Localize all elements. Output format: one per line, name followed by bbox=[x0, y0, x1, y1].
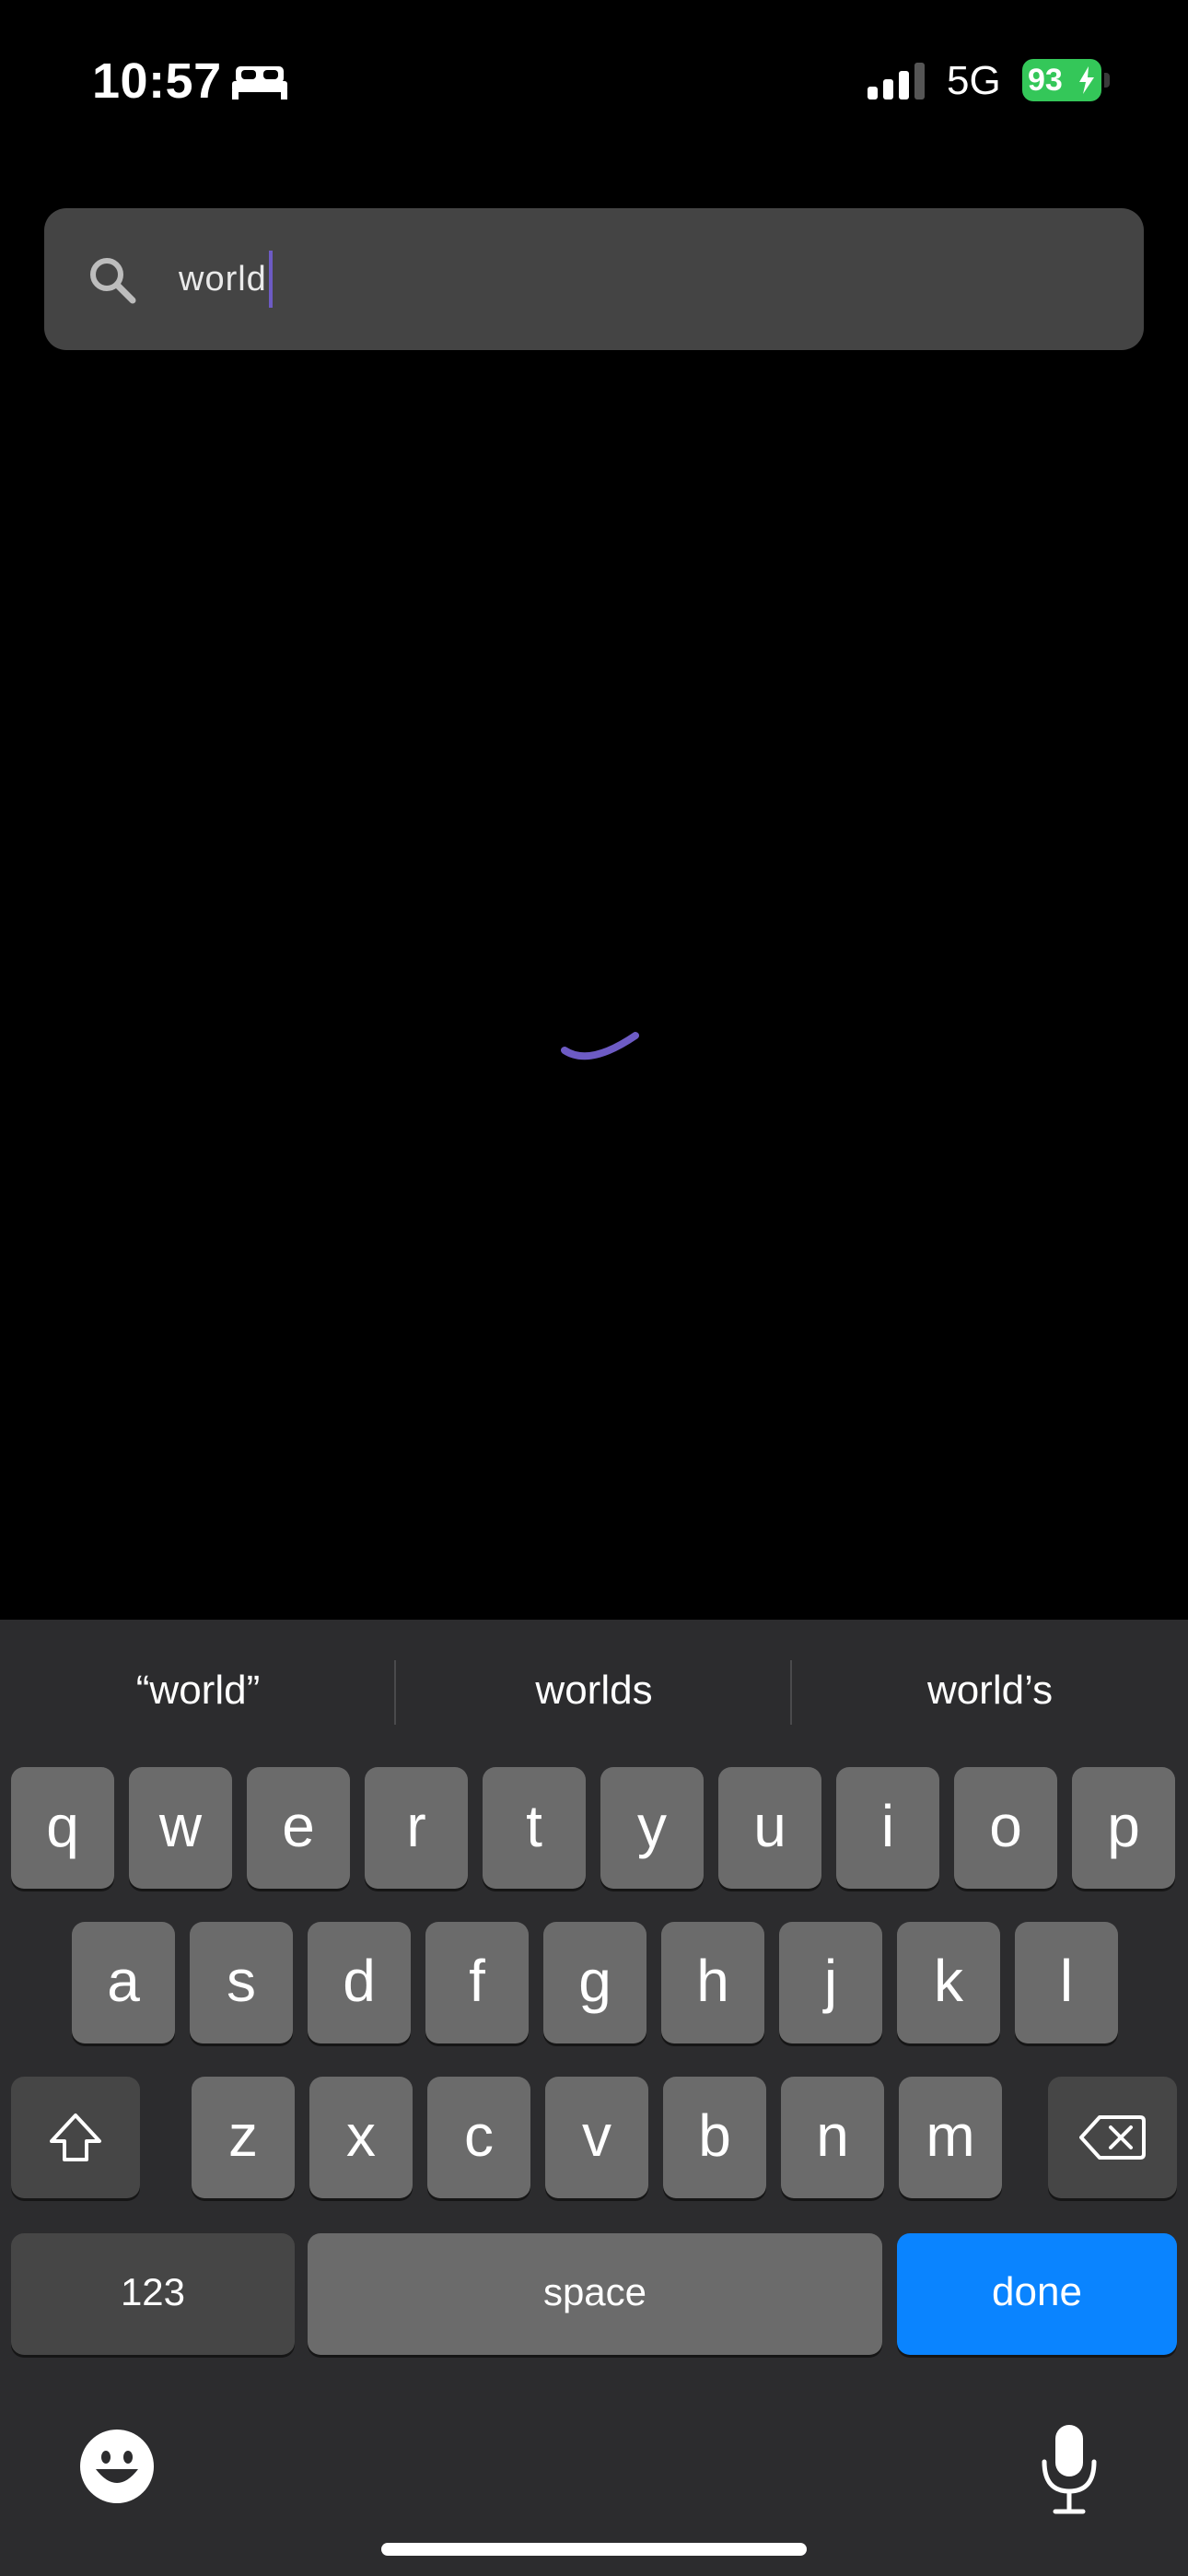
key-l[interactable]: l bbox=[1015, 1922, 1118, 2043]
key-e[interactable]: e bbox=[247, 1767, 350, 1889]
key-d[interactable]: d bbox=[308, 1922, 411, 2043]
key-o[interactable]: o bbox=[954, 1767, 1057, 1889]
search-bar[interactable]: world bbox=[44, 208, 1144, 350]
key-r[interactable]: r bbox=[365, 1767, 468, 1889]
battery-icon: 93 bbox=[1022, 59, 1111, 101]
done-key[interactable]: done bbox=[897, 2233, 1177, 2355]
suggestion-3[interactable]: world’s bbox=[792, 1649, 1188, 1732]
microphone-icon[interactable] bbox=[1039, 2423, 1100, 2515]
home-indicator[interactable] bbox=[381, 2543, 807, 2556]
text-cursor bbox=[268, 251, 273, 308]
key-h[interactable]: h bbox=[661, 1922, 764, 2043]
shift-key[interactable] bbox=[11, 2077, 140, 2198]
space-key[interactable]: space bbox=[308, 2233, 882, 2355]
battery-percent: 93 bbox=[1028, 63, 1063, 98]
loading-spinner-icon bbox=[561, 1032, 639, 1060]
key-x[interactable]: x bbox=[309, 2077, 413, 2198]
search-input[interactable]: world bbox=[179, 251, 273, 308]
key-b[interactable]: b bbox=[663, 2077, 766, 2198]
key-k[interactable]: k bbox=[897, 1922, 1000, 2043]
key-c[interactable]: c bbox=[427, 2077, 530, 2198]
key-a[interactable]: a bbox=[72, 1922, 175, 2043]
search-input-value: world bbox=[179, 260, 267, 299]
emoji-icon[interactable] bbox=[79, 2429, 155, 2504]
status-time: 10:57 bbox=[92, 53, 222, 109]
key-v[interactable]: v bbox=[545, 2077, 648, 2198]
signal-icon bbox=[868, 63, 925, 100]
search-icon bbox=[90, 258, 136, 304]
key-j[interactable]: j bbox=[779, 1922, 882, 2043]
key-t[interactable]: t bbox=[483, 1767, 586, 1889]
suggestion-1[interactable]: “world” bbox=[0, 1649, 396, 1732]
numbers-key[interactable]: 123 bbox=[11, 2233, 295, 2355]
charging-bolt-icon bbox=[1079, 66, 1094, 94]
network-type: 5G bbox=[947, 58, 1001, 103]
suggestion-2[interactable]: worlds bbox=[396, 1649, 792, 1732]
key-u[interactable]: u bbox=[718, 1767, 821, 1889]
key-z[interactable]: z bbox=[192, 2077, 295, 2198]
key-g[interactable]: g bbox=[543, 1922, 646, 2043]
key-y[interactable]: y bbox=[600, 1767, 704, 1889]
backspace-icon bbox=[1079, 2115, 1146, 2160]
shift-icon bbox=[50, 2113, 101, 2161]
key-f[interactable]: f bbox=[425, 1922, 529, 2043]
bed-icon bbox=[232, 66, 287, 100]
key-q[interactable]: q bbox=[11, 1767, 114, 1889]
backspace-key[interactable] bbox=[1048, 2077, 1177, 2198]
key-n[interactable]: n bbox=[781, 2077, 884, 2198]
key-w[interactable]: w bbox=[129, 1767, 232, 1889]
key-m[interactable]: m bbox=[899, 2077, 1002, 2198]
key-s[interactable]: s bbox=[190, 1922, 293, 2043]
key-p[interactable]: p bbox=[1072, 1767, 1175, 1889]
key-i[interactable]: i bbox=[836, 1767, 939, 1889]
